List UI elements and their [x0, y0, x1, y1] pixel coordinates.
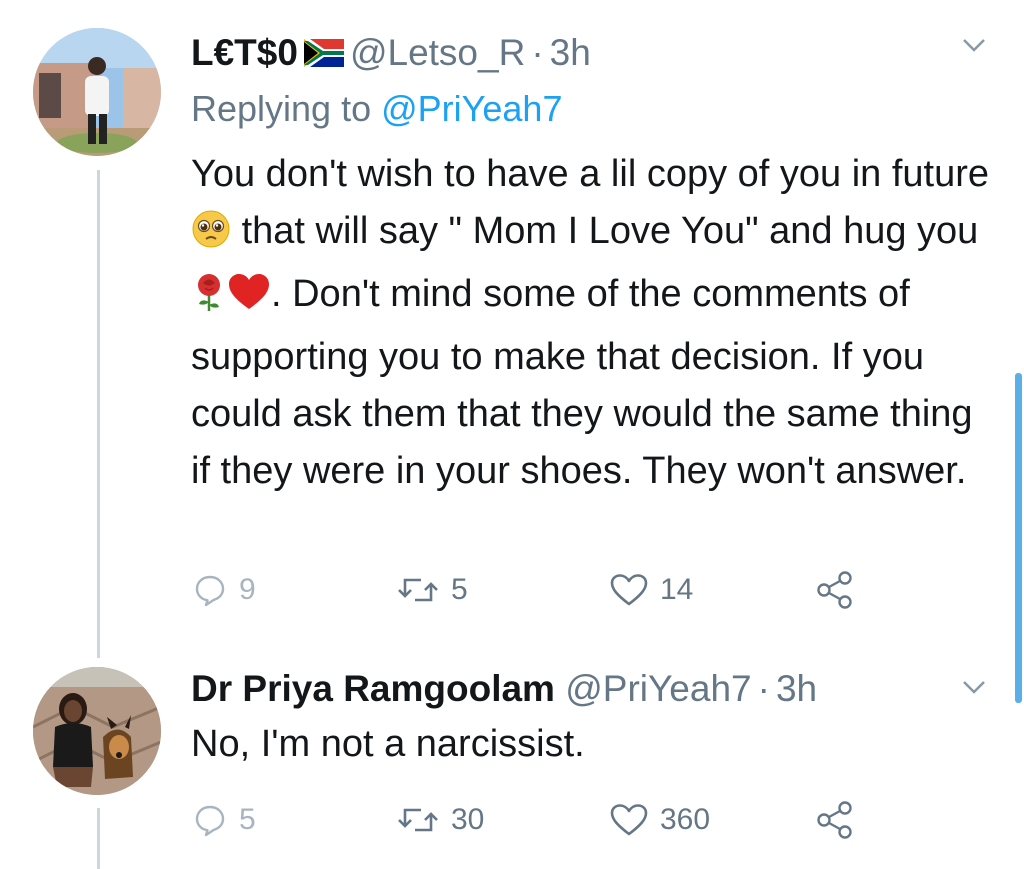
retweet-button[interactable]: 5: [397, 570, 468, 610]
handle[interactable]: @Letso_R: [350, 32, 525, 73]
like-button[interactable]: 14: [610, 570, 693, 610]
red-heart-emoji: [227, 272, 271, 329]
thread-line-bottom: [97, 808, 100, 869]
chevron-down-icon[interactable]: [961, 674, 987, 700]
handle[interactable]: @PriYeah7: [565, 668, 751, 709]
tweet-text: You don't wish to have a lil copy of you…: [191, 146, 1001, 500]
tweet-text-part: . Don't mind some of the comments of sup…: [191, 273, 973, 492]
retweet-count: 5: [451, 573, 468, 606]
separator-dot: ·: [531, 32, 544, 73]
replying-to-label: Replying to: [191, 88, 372, 129]
reply-count: 5: [239, 803, 256, 836]
user-photo-letso: [33, 28, 161, 156]
share-icon: [815, 570, 855, 610]
tweet-header: L€T$0 @Letso_R · 3h: [191, 34, 591, 73]
retweet-count: 30: [451, 803, 485, 836]
reply-button[interactable]: 5: [193, 800, 256, 840]
tweet-header: Dr Priya Ramgoolam @PriYeah7 · 3h: [191, 670, 817, 707]
retweet-icon: [397, 804, 439, 836]
like-button[interactable]: 360: [610, 800, 710, 840]
south-africa-flag-icon: [303, 36, 344, 73]
mention-link[interactable]: @PriYeah7: [381, 88, 562, 129]
timestamp[interactable]: 3h: [550, 32, 591, 73]
display-name[interactable]: Dr Priya Ramgoolam: [191, 668, 555, 709]
reply-icon: [193, 573, 227, 607]
avatar[interactable]: [33, 28, 161, 156]
heart-icon: [610, 803, 648, 837]
user-photo-priya: [33, 667, 161, 795]
share-button[interactable]: [815, 570, 855, 610]
thread-line-top: [97, 170, 100, 658]
like-count: 360: [660, 803, 711, 836]
pleading-face-emoji: [191, 209, 231, 266]
retweet-icon: [397, 574, 439, 606]
chevron-down-icon[interactable]: [961, 32, 987, 58]
separator-dot: ·: [757, 668, 770, 709]
like-count: 14: [660, 573, 694, 606]
rose-emoji: [191, 272, 227, 329]
avatar[interactable]: [33, 667, 161, 795]
timestamp[interactable]: 3h: [776, 668, 817, 709]
tweet-text-part: You don't wish to have a lil copy of you…: [191, 153, 990, 195]
scrollbar[interactable]: [1015, 373, 1022, 703]
retweet-button[interactable]: 30: [397, 800, 484, 840]
reply-button[interactable]: 9: [193, 570, 256, 610]
share-button[interactable]: [815, 800, 855, 840]
heart-icon: [610, 573, 648, 607]
reply-count: 9: [239, 573, 256, 606]
reply-icon: [193, 803, 227, 837]
replying-to: Replying to @PriYeah7: [191, 88, 562, 130]
share-icon: [815, 800, 855, 840]
tweet-text: No, I'm not a narcissist.: [191, 723, 585, 765]
tweet-text-part: that will say " Mom I Love You" and hug …: [241, 210, 979, 252]
display-name[interactable]: L€T$0: [191, 32, 298, 73]
